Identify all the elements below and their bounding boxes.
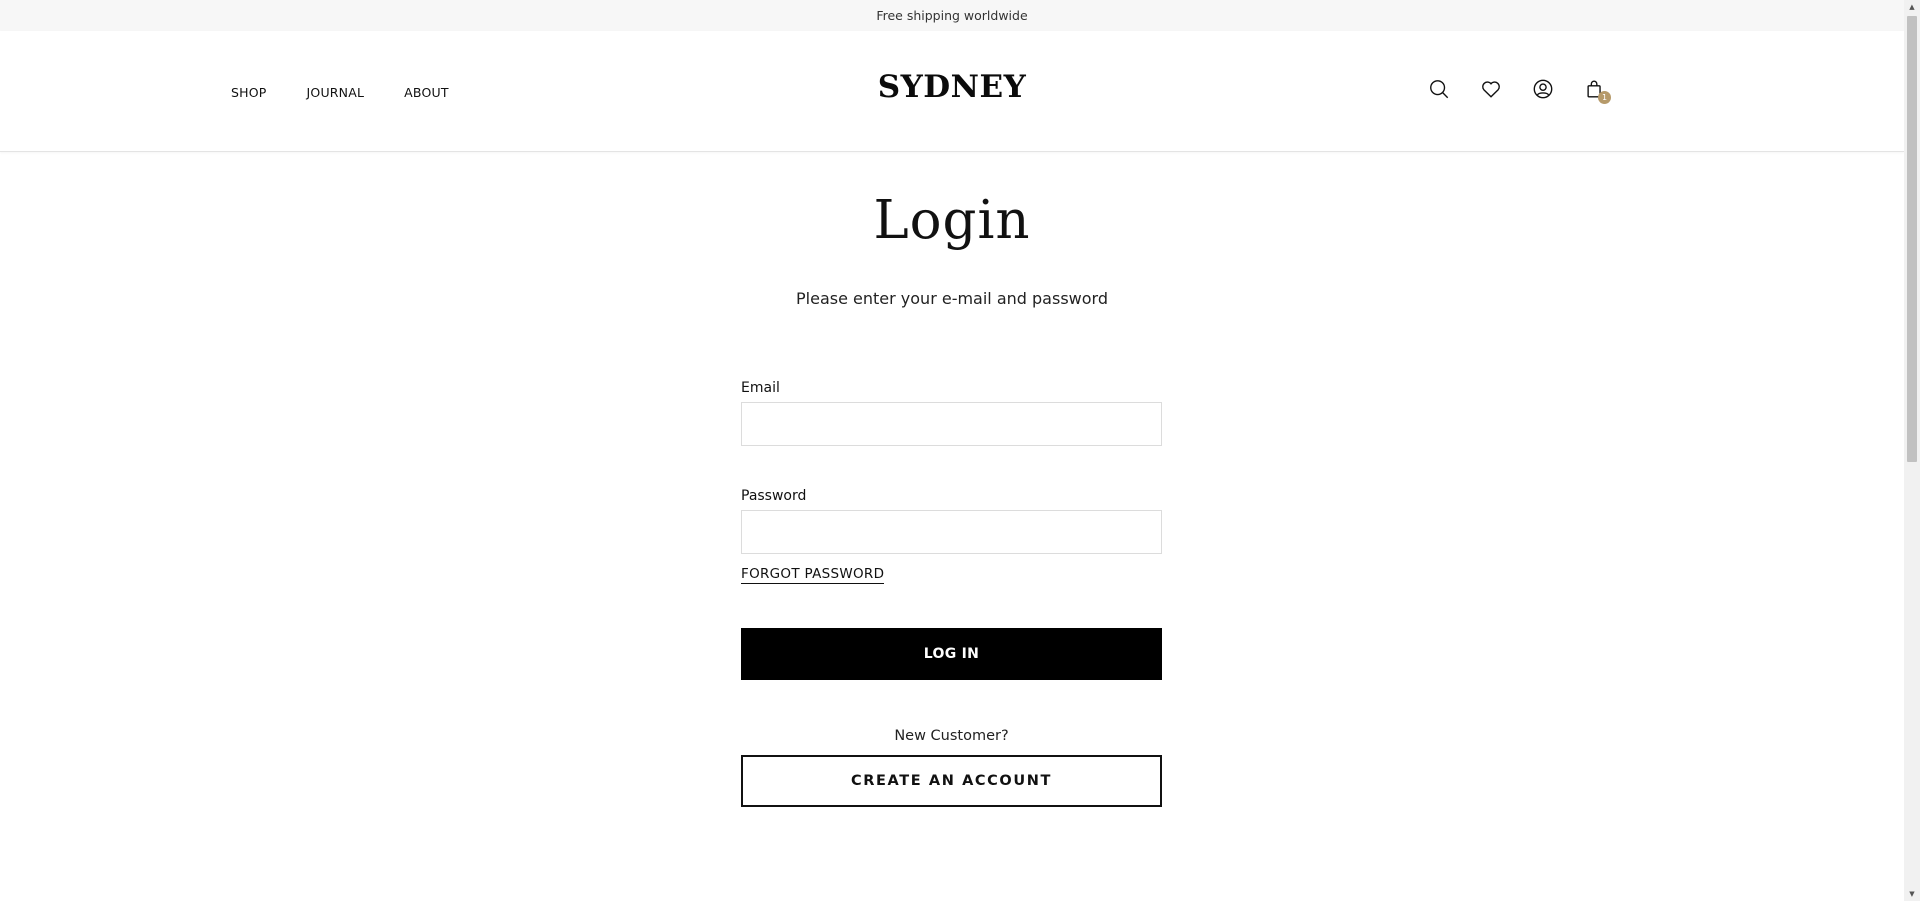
forgot-password-link[interactable]: FORGOT PASSWORD xyxy=(741,566,885,584)
cart-icon[interactable]: 1 xyxy=(1584,77,1611,104)
email-label: Email xyxy=(741,380,780,396)
new-customer-text: New Customer? xyxy=(894,728,1009,744)
announcement-text: Free shipping worldwide xyxy=(876,8,1028,23)
cart-count-badge: 1 xyxy=(1598,91,1611,104)
search-icon[interactable] xyxy=(1428,77,1450,101)
page-title: Login xyxy=(873,190,1031,251)
header-icons: 1 xyxy=(1428,77,1611,104)
heart-icon[interactable] xyxy=(1480,77,1502,101)
password-label: Password xyxy=(741,488,807,504)
password-group: Password xyxy=(741,488,1162,554)
site-logo[interactable]: SYDNEY xyxy=(0,69,1904,105)
scroll-down-arrow-icon[interactable]: ▼ xyxy=(1904,887,1920,901)
page-subtitle: Please enter your e-mail and password xyxy=(796,289,1108,308)
scrollbar-thumb[interactable] xyxy=(1907,16,1917,462)
password-field[interactable] xyxy=(741,510,1162,554)
site-header: SHOP JOURNAL ABOUT SYDNEY 1 xyxy=(0,31,1904,152)
page-scrollbar[interactable]: ▲ ▼ xyxy=(1904,0,1920,901)
log-in-button[interactable]: LOG IN xyxy=(741,628,1162,680)
account-icon[interactable] xyxy=(1532,77,1554,101)
login-form: Email Password FORGOT PASSWORD LOG IN Ne… xyxy=(741,380,1162,807)
scroll-up-arrow-icon[interactable]: ▲ xyxy=(1904,0,1920,14)
announcement-bar: Free shipping worldwide xyxy=(0,0,1904,31)
email-field[interactable] xyxy=(741,402,1162,446)
create-account-button[interactable]: CREATE AN ACCOUNT xyxy=(741,755,1162,807)
